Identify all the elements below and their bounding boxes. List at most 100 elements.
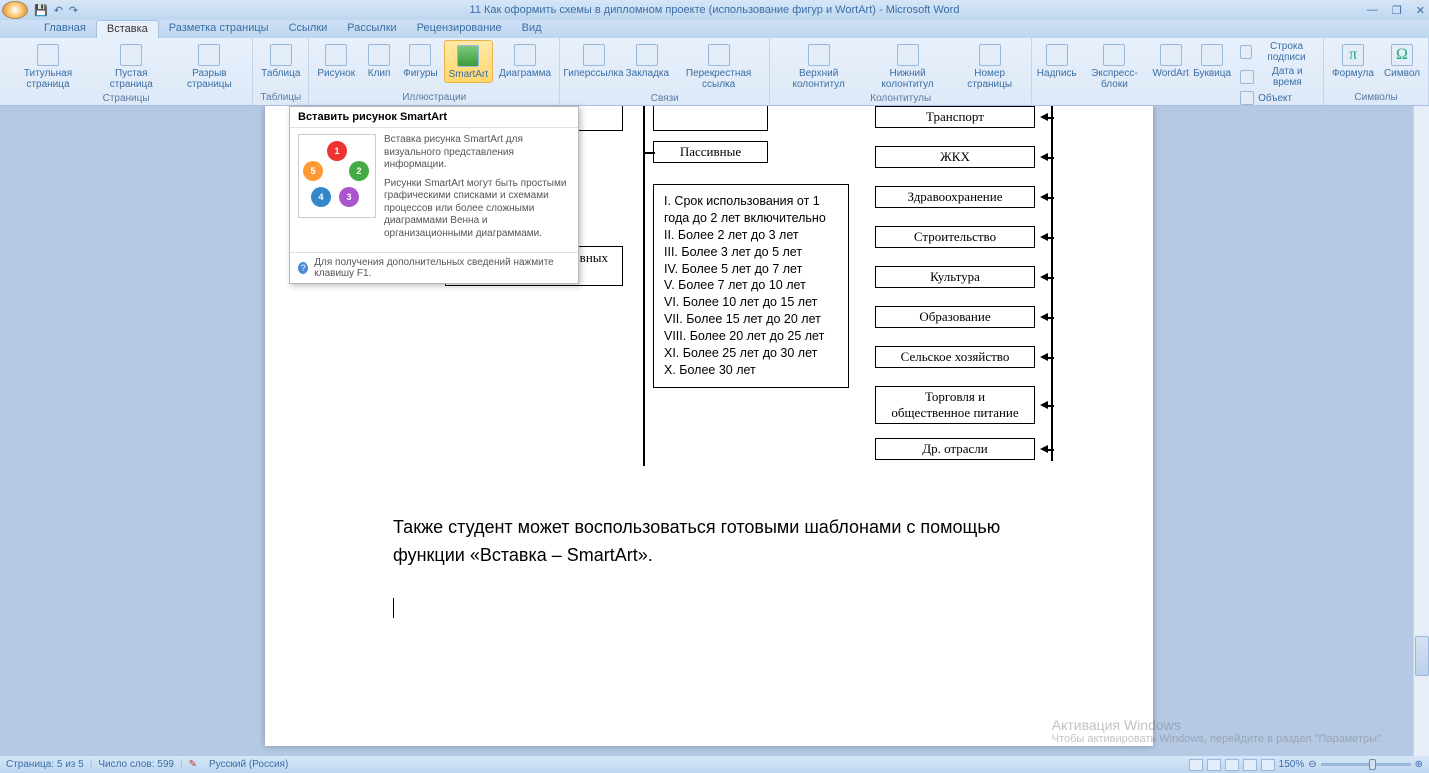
cover-page-button[interactable]: Титульная страница bbox=[4, 40, 92, 92]
view-web[interactable] bbox=[1225, 759, 1239, 771]
equation-button[interactable]: πФормула bbox=[1328, 40, 1378, 81]
footer-button[interactable]: Нижний колонтитул bbox=[865, 40, 951, 92]
datetime-button[interactable]: Дата и время bbox=[1238, 65, 1319, 89]
clip-button[interactable]: Клип bbox=[361, 40, 397, 81]
ribbon: Титульная страница Пустая страница Разры… bbox=[0, 38, 1429, 106]
status-lang[interactable]: Русский (Россия) bbox=[209, 759, 288, 770]
window-controls: — ❐ ✕ bbox=[1367, 4, 1425, 17]
table-button[interactable]: Таблица bbox=[257, 40, 304, 81]
title-bar: 💾 ↶ ↷ 11 Как оформить схемы в дипломном … bbox=[0, 0, 1429, 20]
maximize-icon[interactable]: ❐ bbox=[1392, 4, 1402, 17]
zoom-out-icon[interactable]: ⊖ bbox=[1308, 759, 1316, 770]
window-title: 11 Как оформить схемы в дипломном проект… bbox=[470, 4, 960, 16]
office-button[interactable] bbox=[2, 1, 28, 19]
diagram-box-1: ЖКХ bbox=[875, 146, 1035, 168]
dropcap-button[interactable]: Буквица bbox=[1192, 40, 1232, 81]
zoom-in-icon[interactable]: ⊕ bbox=[1415, 759, 1423, 770]
diagram-box-4: Культура bbox=[875, 266, 1035, 288]
chart-button[interactable]: Диаграмма bbox=[495, 40, 555, 81]
tab-home[interactable]: Главная bbox=[34, 20, 96, 38]
wordart-button[interactable]: WordArt bbox=[1151, 40, 1190, 81]
cover-page-icon bbox=[37, 44, 59, 66]
status-bar: Страница: 5 из 5| Число слов: 599| ✎ Рус… bbox=[0, 756, 1429, 773]
view-outline[interactable] bbox=[1243, 759, 1257, 771]
tab-insert[interactable]: Вставка bbox=[96, 20, 159, 38]
crossref-button[interactable]: Перекрестная ссылка bbox=[672, 40, 766, 92]
signature-icon bbox=[1240, 45, 1252, 59]
signature-button[interactable]: Строка подписи bbox=[1238, 40, 1319, 64]
group-pages: Титульная страница Пустая страница Разры… bbox=[0, 38, 253, 105]
smartart-tooltip: Вставить рисунок SmartArt 1 2 3 4 5 Вста… bbox=[289, 106, 579, 284]
textbox-icon bbox=[1046, 44, 1068, 66]
bookmark-icon bbox=[636, 44, 658, 66]
diagram-box-6: Сельское хозяйство bbox=[875, 346, 1035, 368]
object-button[interactable]: Объект bbox=[1238, 90, 1319, 106]
page-break-icon bbox=[198, 44, 220, 66]
diagram-box-5: Образование bbox=[875, 306, 1035, 328]
zoom-level[interactable]: 150% bbox=[1279, 759, 1305, 770]
diagram-box-3: Строительство bbox=[875, 226, 1035, 248]
header-button[interactable]: Верхний колонтитул bbox=[774, 40, 862, 92]
footer-icon bbox=[897, 44, 919, 66]
symbol-button[interactable]: ΩСимвол bbox=[1380, 40, 1424, 81]
help-icon: ? bbox=[298, 262, 308, 274]
vertical-scrollbar[interactable] bbox=[1413, 106, 1429, 756]
tooltip-image: 1 2 3 4 5 bbox=[298, 134, 376, 218]
smartart-button[interactable]: SmartArt bbox=[444, 40, 493, 83]
picture-icon bbox=[325, 44, 347, 66]
bookmark-button[interactable]: Закладка bbox=[625, 40, 670, 81]
tooltip-title: Вставить рисунок SmartArt bbox=[290, 107, 578, 128]
scrollbar-thumb[interactable] bbox=[1415, 636, 1429, 676]
quickparts-button[interactable]: Экспресс-блоки bbox=[1080, 40, 1150, 92]
diagram-box-passive: Пассивные bbox=[653, 141, 768, 163]
shapes-button[interactable]: Фигуры bbox=[399, 40, 441, 81]
group-symbols: πФормула ΩСимвол Символы bbox=[1324, 38, 1429, 105]
diagram-box-2: Здравоохранение bbox=[875, 186, 1035, 208]
shapes-icon bbox=[409, 44, 431, 66]
clip-icon bbox=[368, 44, 390, 66]
save-icon[interactable]: 💾 bbox=[34, 4, 48, 17]
page-break-button[interactable]: Разрыв страницы bbox=[171, 40, 249, 92]
hyperlink-icon bbox=[583, 44, 605, 66]
picture-button[interactable]: Рисунок bbox=[313, 40, 359, 81]
group-tables: Таблица Таблицы bbox=[253, 38, 309, 105]
ribbon-tabs: Главная Вставка Разметка страницы Ссылки… bbox=[0, 20, 1429, 38]
tab-references[interactable]: Ссылки bbox=[279, 20, 338, 38]
undo-icon[interactable]: ↶ bbox=[54, 4, 63, 17]
view-print-layout[interactable] bbox=[1189, 759, 1203, 771]
pagenum-icon bbox=[979, 44, 1001, 66]
tab-review[interactable]: Рецензирование bbox=[407, 20, 512, 38]
tab-mailings[interactable]: Рассылки bbox=[337, 20, 406, 38]
minimize-icon[interactable]: — bbox=[1367, 4, 1378, 17]
pagenum-button[interactable]: Номер страницы bbox=[952, 40, 1027, 92]
spellcheck-icon[interactable]: ✎ bbox=[189, 759, 197, 770]
chart-icon bbox=[514, 44, 536, 66]
diagram-box-0: Транспорт bbox=[875, 106, 1035, 128]
symbol-icon: Ω bbox=[1391, 44, 1413, 66]
crossref-icon bbox=[708, 44, 730, 66]
textbox-button[interactable]: Надпись bbox=[1036, 40, 1078, 81]
diagram-box-7: Торговля и общественное питание bbox=[875, 386, 1035, 424]
view-fullscreen[interactable] bbox=[1207, 759, 1221, 771]
status-page[interactable]: Страница: 5 из 5 bbox=[6, 759, 84, 770]
smartart-icon bbox=[457, 45, 479, 67]
tab-layout[interactable]: Разметка страницы bbox=[159, 20, 279, 38]
group-links: Гиперссылка Закладка Перекрестная ссылка… bbox=[560, 38, 770, 105]
hyperlink-button[interactable]: Гиперссылка bbox=[564, 40, 623, 81]
dropcap-icon bbox=[1201, 44, 1223, 66]
zoom-slider[interactable] bbox=[1321, 763, 1411, 766]
status-words[interactable]: Число слов: 599 bbox=[98, 759, 174, 770]
document-area[interactable]: Прочие объекты основных средств Пассивны… bbox=[0, 106, 1413, 756]
tab-view[interactable]: Вид bbox=[512, 20, 552, 38]
group-text: Надпись Экспресс-блоки WordArt Буквица С… bbox=[1032, 38, 1324, 105]
view-draft[interactable] bbox=[1261, 759, 1275, 771]
diagram-period-list: I. Срок использования от 1 года до 2 лет… bbox=[653, 184, 849, 388]
redo-icon[interactable]: ↷ bbox=[69, 4, 78, 17]
windows-watermark: Активация Windows Чтобы активировать Win… bbox=[1052, 717, 1381, 745]
document-body-text[interactable]: Также студент может воспользоваться гото… bbox=[393, 514, 1053, 627]
close-icon[interactable]: ✕ bbox=[1416, 4, 1425, 17]
group-illustrations: Рисунок Клип Фигуры SmartArt Диаграмма И… bbox=[309, 38, 560, 105]
equation-icon: π bbox=[1342, 44, 1364, 66]
blank-page-button[interactable]: Пустая страница bbox=[94, 40, 169, 92]
wordart-icon bbox=[1160, 44, 1182, 66]
